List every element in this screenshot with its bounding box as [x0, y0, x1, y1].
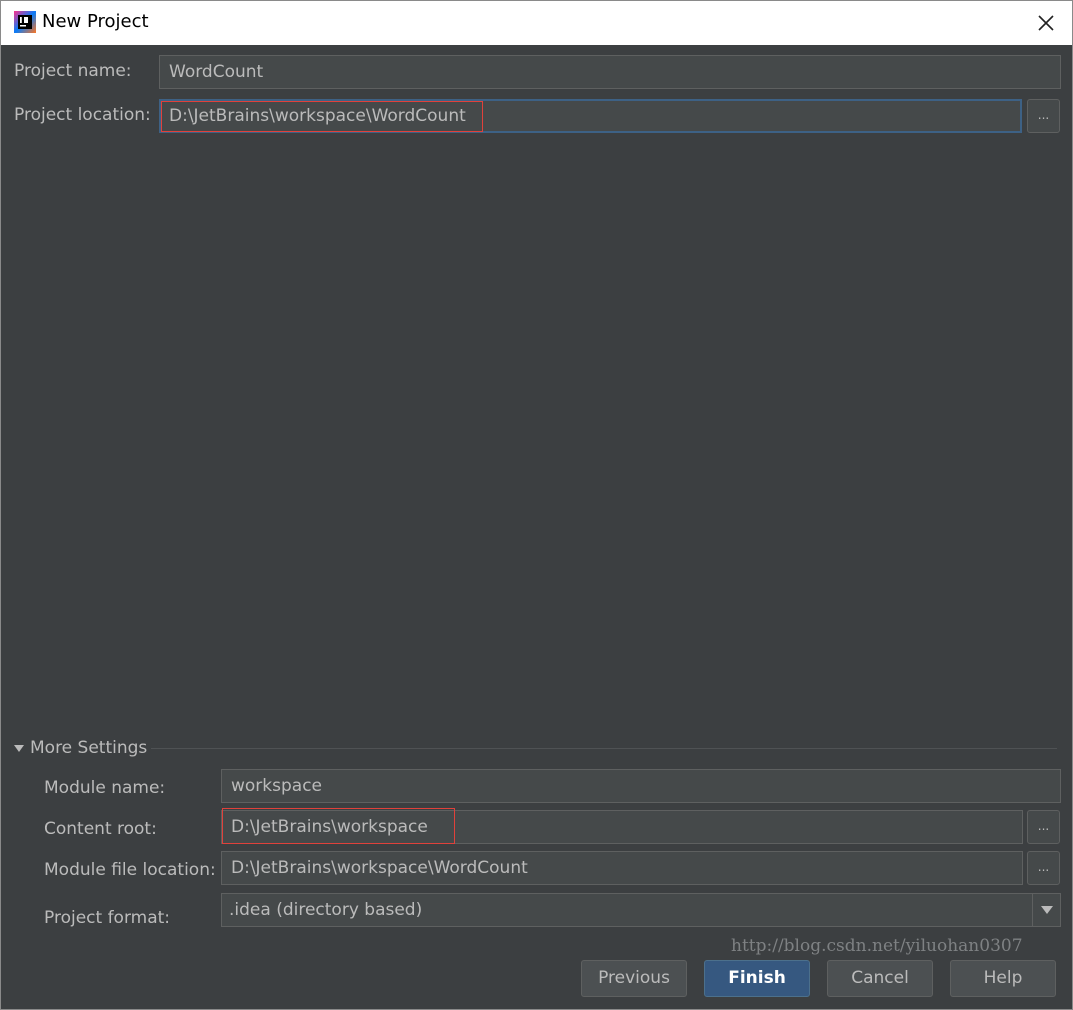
project-format-select[interactable]: .idea (directory based) [221, 893, 1061, 927]
title-bar: New Project [1, 1, 1072, 45]
more-settings-toggle[interactable]: More Settings [14, 738, 147, 758]
project-location-input[interactable]: D:\JetBrains\workspace\WordCount [159, 99, 1022, 133]
project-format-label: Project format: [44, 908, 171, 928]
content-root-browse-button[interactable]: ... [1027, 810, 1060, 844]
module-name-label: Module name: [44, 778, 166, 798]
content-root-input[interactable]: D:\JetBrains\workspace [221, 810, 1023, 844]
project-location-browse-button[interactable]: ... [1027, 99, 1060, 133]
close-button[interactable] [1030, 7, 1062, 39]
cancel-button[interactable]: Cancel [827, 960, 933, 997]
module-file-location-input[interactable]: D:\JetBrains\workspace\WordCount [221, 851, 1023, 885]
project-format-value: .idea (directory based) [229, 900, 423, 920]
dropdown-arrow-icon[interactable] [1032, 894, 1060, 926]
intellij-idea-icon [14, 11, 36, 33]
dialog-content: Project name: WordCount Project location… [1, 45, 1072, 1009]
more-settings-title: More Settings [30, 738, 148, 758]
project-name-input[interactable]: WordCount [159, 55, 1061, 89]
finish-button[interactable]: Finish [704, 960, 810, 997]
project-name-label: Project name: [14, 61, 132, 81]
previous-button[interactable]: Previous [581, 960, 687, 997]
module-file-location-browse-button[interactable]: ... [1027, 851, 1060, 885]
section-divider [151, 748, 1057, 749]
close-icon [1038, 15, 1054, 31]
new-project-dialog: New Project Project name: WordCount Proj… [0, 0, 1073, 1010]
project-location-label: Project location: [14, 105, 151, 125]
content-root-label: Content root: [44, 819, 157, 839]
triangle-down-icon [14, 744, 24, 752]
help-button[interactable]: Help [950, 960, 1056, 997]
window-title: New Project [42, 11, 149, 32]
module-file-location-label: Module file location: [44, 860, 216, 880]
module-name-input[interactable]: workspace [221, 769, 1061, 803]
